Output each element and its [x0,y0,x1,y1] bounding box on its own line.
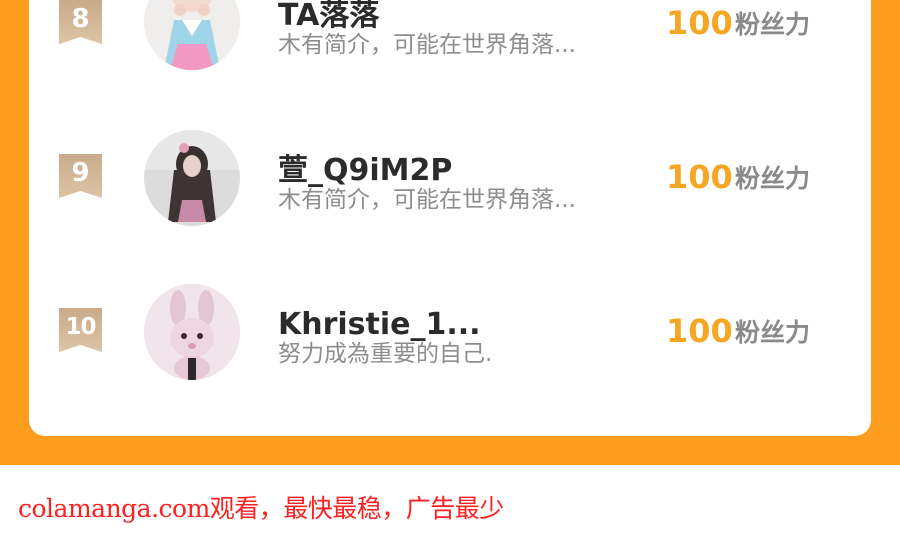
user-bio: 木有简介，可能在世界角落... [278,187,576,213]
user-name[interactable]: Khristie_1... [278,307,481,343]
rank-number: 8 [71,4,90,34]
fan-power-value: 100 [666,4,733,42]
fan-power-label: 粉丝力 [735,10,811,39]
fan-ranking-card: 8 TA落落 木有简介，可能在世界角落... 100 粉丝力 9 萱_Q9iM2… [29,0,871,436]
rank-badge: 10 [59,308,102,352]
avatar[interactable] [144,130,240,226]
user-name[interactable]: 萱_Q9iM2P [278,153,452,189]
fan-power-label: 粉丝力 [735,164,811,193]
fan-power-label: 粉丝力 [735,318,811,347]
rank-badge: 9 [59,154,102,198]
list-item[interactable]: 10 Khristie_1... 努力成為重要的自己. 100 粉丝力 [29,268,871,380]
list-item[interactable]: 8 TA落落 木有简介，可能在世界角落... 100 粉丝力 [29,0,871,70]
user-bio: 努力成為重要的自己. [278,341,493,367]
avatar[interactable] [144,0,240,70]
watermark-text: colamanga.com观看，最快最稳，广告最少 [18,494,504,523]
user-name[interactable]: TA落落 [278,0,379,34]
avatar[interactable] [144,284,240,380]
list-item[interactable]: 9 萱_Q9iM2P 木有简介，可能在世界角落... 100 粉丝力 [29,114,871,226]
rank-badge: 8 [59,0,102,44]
fan-power-value: 100 [666,158,733,196]
fan-power-value: 100 [666,312,733,350]
rank-number: 9 [71,158,90,188]
rank-number: 10 [65,314,96,340]
page: 8 TA落落 木有简介，可能在世界角落... 100 粉丝力 9 萱_Q9iM2… [0,0,900,547]
user-bio: 木有简介，可能在世界角落... [278,32,576,58]
